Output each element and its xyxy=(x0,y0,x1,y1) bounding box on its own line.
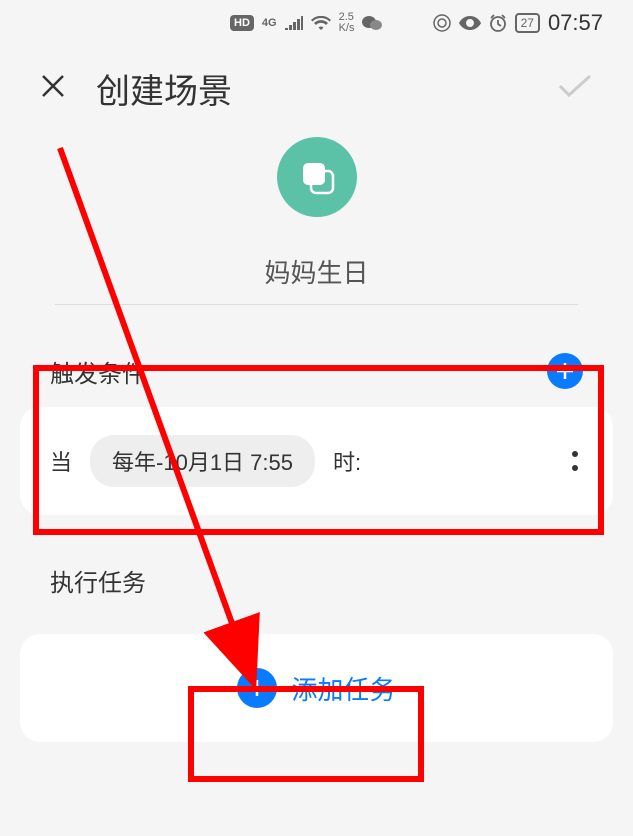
trigger-card: 当 每年-10月1日 7:55 时: xyxy=(20,407,613,515)
trigger-chip[interactable]: 每年-10月1日 7:55 xyxy=(90,435,315,487)
scene-section: 妈妈生日 xyxy=(0,137,633,305)
header: 创建场景 xyxy=(0,44,633,137)
add-task-label: 添加任务 xyxy=(291,670,395,707)
scene-name-input[interactable]: 妈妈生日 xyxy=(55,253,578,305)
battery-indicator: 27 xyxy=(515,13,540,33)
network-gen: 4G xyxy=(262,17,277,29)
scene-icon[interactable] xyxy=(277,137,357,217)
signal-icon xyxy=(285,16,303,30)
page-title: 创建场景 xyxy=(96,64,557,113)
eye-icon xyxy=(459,16,481,30)
task-title: 执行任务 xyxy=(50,563,146,598)
add-task-button[interactable]: 添加任务 xyxy=(20,634,613,742)
trigger-suffix-label: 时: xyxy=(333,445,361,477)
task-section: 执行任务 添加任务 xyxy=(0,563,633,742)
wifi-icon xyxy=(311,16,331,30)
add-trigger-button[interactable] xyxy=(547,353,583,389)
wechat-icon xyxy=(362,15,382,31)
close-icon[interactable] xyxy=(40,70,66,107)
alarm-icon xyxy=(489,14,507,32)
clock: 07:57 xyxy=(548,10,603,36)
kebab-icon[interactable] xyxy=(567,446,583,476)
trigger-when-label: 当 xyxy=(50,445,72,477)
net-speed: 2.5 K/s xyxy=(339,12,355,34)
trigger-section: 触发条件 当 每年-10月1日 7:55 时: xyxy=(0,353,633,515)
scene-name-text: 妈妈生日 xyxy=(264,258,368,288)
plus-icon xyxy=(237,668,277,708)
confirm-icon[interactable] xyxy=(557,73,593,104)
trigger-title: 触发条件 xyxy=(50,354,146,389)
sync-icon xyxy=(433,14,451,32)
hd-badge: HD xyxy=(230,15,254,31)
status-bar: HD 4G 2.5 K/s 27 07:57 xyxy=(0,0,633,44)
